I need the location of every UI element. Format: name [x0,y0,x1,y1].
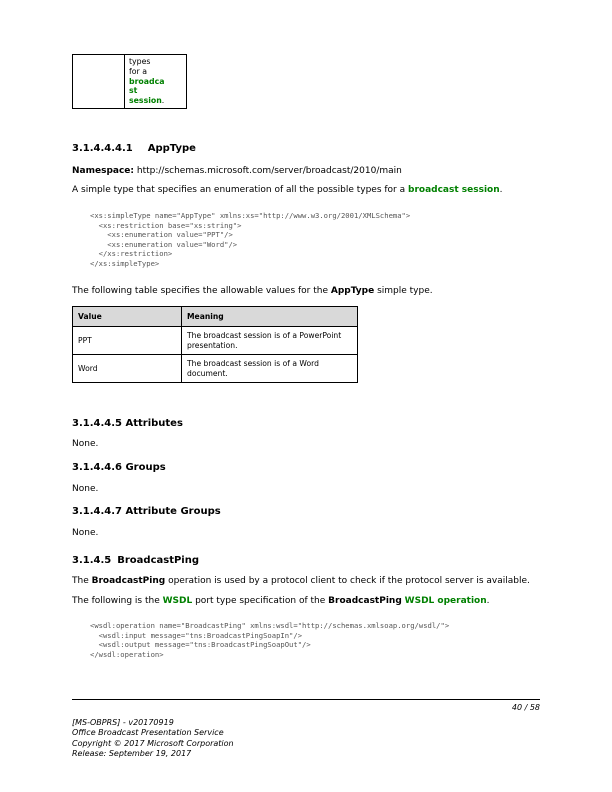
row-ppt-value: PPT [72,326,182,355]
footer-doc-title: Office Broadcast Presentation Service [72,728,224,738]
footer-rule [72,699,540,700]
fragment-empty-cell [72,54,125,109]
broadcastping-heading: 3.1.4.5 BroadcastPing [72,555,199,566]
broadcastping-description: The BroadcastPing operation is used by a… [72,575,530,587]
namespace-line: Namespace: http://schemas.microsoft.com/… [72,165,402,177]
row-word-value: Word [72,354,182,383]
attributes-heading: 3.1.4.4.5 Attributes [72,418,183,429]
apptype-desc-text: A simple type that specifies an enumerat… [72,185,408,195]
ping-p1-text: operation is used by a protocol client t… [165,576,530,586]
apptype-heading: 3.1.4.4.4.1 AppType [72,143,196,154]
broadcastping-wsdl-intro: The following is the WSDL port type spec… [72,595,490,607]
groups-body: None. [72,484,99,494]
broadcastping-section-number: 3.1.4.5 [72,555,112,566]
table-intro-text: The following table specifies the allowa… [72,286,331,296]
previous-table-fragment: types for a broadca st session. [72,54,187,109]
ping-p2-period: . [486,596,490,606]
page-number: 40 / 58 [511,703,540,712]
apptype-values-table: Value Meaning PPT The broadcast session … [72,306,358,383]
footer-release: Release: September 19, 2017 [72,749,192,759]
broadcastping-wsdl-code: <wsdl:operation name="BroadcastPing" xml… [90,621,450,659]
row-ppt-meaning: The broadcast session is of a PowerPoint… [181,326,358,355]
fragment-text-cell: types for a broadca st session. [124,54,187,109]
attributes-body: None. [72,439,99,449]
fragment-tail: . [161,96,165,106]
ping-p2-operation: BroadcastPing [328,596,402,606]
table-intro-apptype: AppType [330,286,375,296]
apptype-description: A simple type that specifies an enumerat… [72,184,503,196]
footer-block: [MS-OBPRS] - v20170919 Office Broadcast … [72,718,234,760]
row-word-meaning: The broadcast session is of a Word docum… [181,354,358,383]
apptype-schema-code: <xs:simpleType name="AppType" xmlns:xs="… [90,211,411,268]
broadcast-session-link[interactable]: broadcast session [408,185,500,195]
fragment-link-line-3[interactable]: session [129,96,162,105]
header-meaning: Meaning [181,306,358,327]
fragment-link-line-1[interactable]: broadca [129,77,186,87]
footer-doc-id: [MS-OBPRS] - v20170919 [72,718,174,727]
ping-p1-lead: The [72,576,92,586]
namespace-label: Namespace: [72,166,134,176]
apptype-section-number: 3.1.4.4.4.1 [72,143,133,154]
broadcastping-section-title: BroadcastPing [117,555,200,566]
apptype-section-title: AppType [147,143,196,154]
namespace-value: http://schemas.microsoft.com/server/broa… [136,166,402,176]
values-table-intro: The following table specifies the allowa… [72,285,433,297]
apptype-desc-period: . [499,185,503,195]
wsdl-operation-link[interactable]: WSDL operation [405,596,487,606]
ping-p1-operation: BroadcastPing [91,576,166,586]
table-row: Word The broadcast session is of a Word … [72,354,358,383]
ping-p2-mid: port type specification of the [192,596,329,606]
fragment-link-line-2[interactable]: st [129,86,186,96]
table-intro-tail: simple type. [374,286,433,296]
table-row: PPT The broadcast session is of a PowerP… [72,326,358,355]
attribute-groups-heading: 3.1.4.4.7 Attribute Groups [72,506,221,517]
fragment-lead-text: types for a [129,57,151,76]
groups-heading: 3.1.4.4.6 Groups [72,462,166,473]
header-value: Value [72,306,182,327]
footer-copyright: Copyright © 2017 Microsoft Corporation [72,738,234,748]
ping-p2-lead: The following is the [72,596,163,606]
table-header-row: Value Meaning [72,306,358,327]
attribute-groups-body: None. [72,528,99,538]
wsdl-link[interactable]: WSDL [163,596,193,606]
